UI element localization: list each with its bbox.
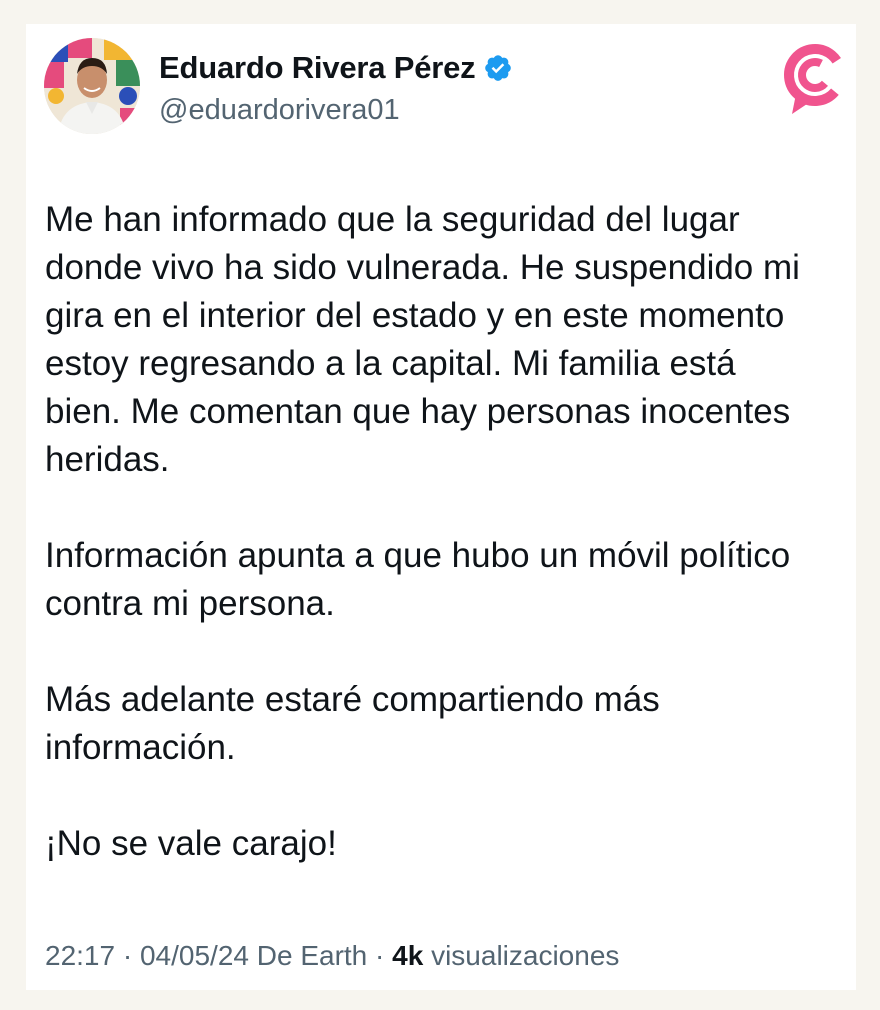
tweet-paragraph-1: Me han informado que la seguridad del lu… — [45, 200, 800, 479]
views-label: visualizaciones — [431, 940, 620, 971]
author-name[interactable]: Eduardo Rivera Pérez — [159, 50, 476, 86]
views-count: 4k — [392, 940, 424, 971]
tweet-date[interactable]: 04/05/24 — [140, 940, 249, 971]
tweet-body: Me han informado que la seguridad del lu… — [45, 196, 845, 868]
avatar-image — [44, 38, 140, 134]
tweet-paragraph-4: ¡No se vale carajo! — [45, 824, 337, 863]
tweet-source: De Earth — [256, 940, 368, 971]
tweet-time[interactable]: 22:17 — [45, 940, 115, 971]
author-avatar[interactable] — [44, 38, 140, 134]
tweet-paragraph-3: Más adelante estaré compartiendo más inf… — [45, 680, 660, 767]
meta-separator: · — [375, 940, 385, 971]
verified-badge-icon — [483, 53, 513, 83]
author-name-row: Eduardo Rivera Pérez — [159, 50, 513, 86]
author-handle[interactable]: @eduardorivera01 — [159, 94, 400, 127]
tweet-paragraph-2: Información apunta a que hubo un móvil p… — [45, 536, 791, 623]
meta-separator: · — [122, 940, 133, 971]
tweet-card: Eduardo Rivera Pérez @eduardorivera01 Me… — [26, 24, 856, 990]
outlet-logo-icon — [782, 42, 848, 118]
tweet-meta: 22:17 · 04/05/24 De Earth · 4k visualiza… — [45, 940, 619, 972]
